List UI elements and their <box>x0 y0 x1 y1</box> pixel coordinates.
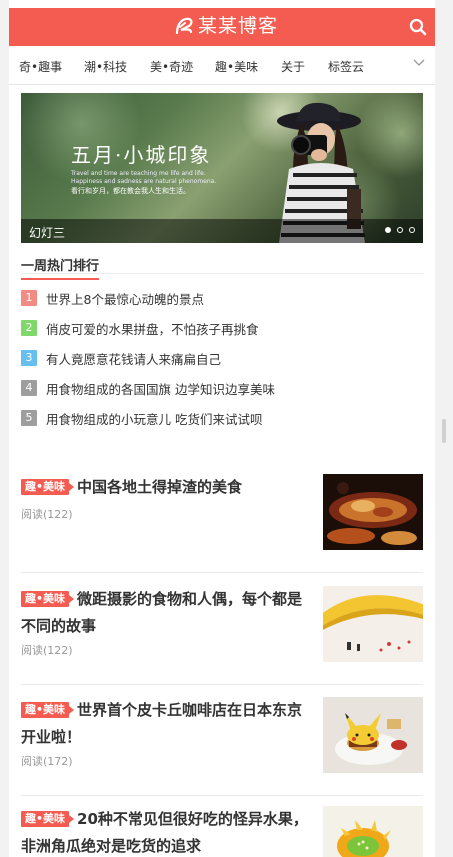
rank-badge: 3 <box>21 350 37 366</box>
article-title[interactable]: 中国各地土得掉渣的美食 <box>77 478 242 496</box>
slider-dot-2[interactable] <box>397 227 403 233</box>
slide-subtext-3: 看行和岁月，都在教会我人生和生活。 <box>71 187 190 195</box>
article-thumbnail-banana <box>323 586 423 662</box>
article-title-block: 趣•美味 中国各地土得掉渣的美食 <box>21 474 311 501</box>
search-icon[interactable] <box>409 18 427 36</box>
article-item[interactable]: 趣•美味 中国各地土得掉渣的美食 阅读(122) <box>21 474 423 550</box>
nav-item-tag-cloud[interactable]: 标签云 <box>328 58 364 75</box>
rank-badge: 2 <box>21 320 37 336</box>
scrollbar-handle[interactable] <box>442 419 446 443</box>
category-tag[interactable]: 趣•美味 <box>21 811 75 827</box>
hot-item[interactable]: 2 俏皮可爱的水果拼盘，不怕孩子再挑食 <box>21 318 259 338</box>
category-tag[interactable]: 趣•美味 <box>21 702 75 718</box>
divider <box>21 572 423 573</box>
divider <box>21 795 423 796</box>
rank-badge: 5 <box>21 410 37 426</box>
read-count: 阅读(172) <box>21 755 73 768</box>
hot-ranking-header: 一周热门排行 <box>21 253 423 280</box>
nav-item-about[interactable]: 关于 <box>281 58 305 75</box>
slide-caption: 幻灯三 <box>29 226 66 240</box>
article-title-block: 趣•美味 世界首个皮卡丘咖啡店在日本东京开业啦！ <box>21 697 311 751</box>
hot-item[interactable]: 3 有人竟愿意花钱请人来痛扁自己 <box>21 348 221 368</box>
hot-item-title: 世界上8个最惊心动魄的景点 <box>46 291 204 307</box>
article-thumbnail-food <box>323 474 423 550</box>
slider-dot-3[interactable] <box>409 227 415 233</box>
page-frame: 某某博客 奇•趣事 潮•科技 美•奇迹 趣•美味 关于 标签云 五月·小城印象 … <box>9 0 435 857</box>
slide-subtext-1: Travel and time are teaching me life and… <box>71 170 206 177</box>
category-nav: 奇•趣事 潮•科技 美•奇迹 趣•美味 关于 标签云 <box>9 46 435 85</box>
nav-item-chaokeji[interactable]: 潮•科技 <box>84 58 127 75</box>
chevron-down-icon[interactable] <box>413 58 425 68</box>
slider-dots <box>385 227 415 233</box>
category-tag[interactable]: 趣•美味 <box>21 591 75 607</box>
rank-badge: 4 <box>21 380 37 396</box>
read-count: 阅读(122) <box>21 644 73 657</box>
category-tag[interactable]: 趣•美味 <box>21 479 75 495</box>
nav-item-meiqiji[interactable]: 美•奇迹 <box>150 58 193 75</box>
nav-item-qiqushi[interactable]: 奇•趣事 <box>19 58 62 75</box>
article-title-block: 趣•美味 微距摄影的食物和人偶，每个都是不同的故事 <box>21 586 311 640</box>
slider-dot-1[interactable] <box>385 227 391 233</box>
hot-ranking-title: 一周热门排行 <box>21 255 100 280</box>
article-item[interactable]: 趣•美味 微距摄影的食物和人偶，每个都是不同的故事 阅读(122) <box>21 586 423 662</box>
nav-item-qumeiwei[interactable]: 趣•美味 <box>215 58 258 75</box>
read-count: 阅读(122) <box>21 508 73 521</box>
article-item[interactable]: 趣•美味 20种不常见但很好吃的怪异水果，非洲角瓜绝对是吃货的追求 <box>21 806 423 857</box>
article-title-block: 趣•美味 20种不常见但很好吃的怪异水果，非洲角瓜绝对是吃货的追求 <box>21 806 311 857</box>
article-thumbnail-pikachu <box>323 697 423 773</box>
image-slider[interactable]: 五月·小城印象 Travel and time are teaching me … <box>21 93 423 243</box>
site-logo[interactable]: 某某博客 <box>173 14 278 38</box>
hot-item[interactable]: 5 用食物组成的小玩意儿 吃货们来试试呗 <box>21 408 262 428</box>
divider <box>21 684 423 685</box>
hot-item[interactable]: 1 世界上8个最惊心动魄的景点 <box>21 288 204 308</box>
article-item[interactable]: 趣•美味 世界首个皮卡丘咖啡店在日本东京开业啦！ 阅读(172) <box>21 697 423 773</box>
hot-item[interactable]: 4 用食物组成的各国国旗 边学知识边享美味 <box>21 378 275 398</box>
hot-item-title: 用食物组成的各国国旗 边学知识边享美味 <box>46 381 275 397</box>
hot-item-title: 用食物组成的小玩意儿 吃货们来试试呗 <box>46 411 263 427</box>
slide-caption-bar: 幻灯三 <box>21 219 423 243</box>
hot-item-title: 俏皮可爱的水果拼盘，不怕孩子再挑食 <box>46 321 259 337</box>
slide-headline: 五月·小城印象 <box>71 143 212 167</box>
hot-item-title: 有人竟愿意花钱请人来痛扁自己 <box>46 351 222 367</box>
slide-subtext-2: Happiness and sadness are natural phenom… <box>71 178 217 185</box>
header-bar: 某某博客 <box>9 8 435 46</box>
site-name: 某某博客 <box>198 15 279 37</box>
logo-icon <box>175 17 193 35</box>
article-thumbnail-fruit <box>323 806 423 857</box>
rank-badge: 1 <box>21 290 37 306</box>
